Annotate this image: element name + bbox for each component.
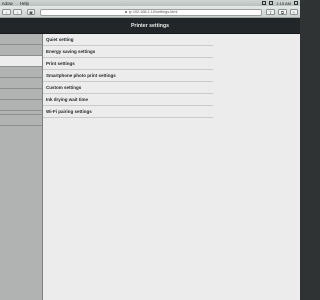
- address-bar[interactable]: ip 192.168.1.10/settings.html: [40, 9, 262, 16]
- settings-list: Quiet setting Energy saving settings Pri…: [43, 34, 213, 118]
- sidebar-item[interactable]: [0, 100, 42, 111]
- back-button[interactable]: ‹: [2, 9, 11, 15]
- list-item-smartphone-photo-print[interactable]: Smartphone photo print settings: [43, 70, 213, 82]
- app-header: Printer settings: [0, 18, 300, 34]
- sidebar-toggle-button[interactable]: ▣: [27, 9, 35, 15]
- list-item-wifi-pairing[interactable]: Wi-Fi pairing settings: [43, 106, 213, 118]
- sidebar: [0, 34, 43, 300]
- sidebar-item[interactable]: [0, 78, 42, 89]
- page-title: Printer settings: [130, 23, 170, 29]
- sidebar-item[interactable]: [0, 67, 42, 78]
- tabs-button[interactable]: ⧉: [278, 9, 287, 15]
- list-item-print-settings[interactable]: Print settings: [43, 58, 213, 70]
- sidebar-item[interactable]: [0, 115, 42, 126]
- main-content: Quiet setting Energy saving settings Pri…: [43, 34, 300, 300]
- list-item-custom-settings[interactable]: Custom settings: [43, 82, 213, 94]
- share-button[interactable]: ⇧: [266, 9, 275, 15]
- sidebar-item[interactable]: [0, 89, 42, 100]
- browser-toolbar: ‹ › ▣ ip 192.168.1.10/settings.html ⇧ ⧉ …: [0, 6, 300, 18]
- list-item-quiet-setting[interactable]: Quiet setting: [43, 34, 213, 46]
- status-icon[interactable]: [262, 1, 267, 5]
- lock-icon: [124, 10, 127, 14]
- add-tab-button[interactable]: +: [290, 9, 298, 15]
- sidebar-item[interactable]: [0, 34, 42, 45]
- address-text: ip 192.168.1.10/settings.html: [128, 10, 178, 14]
- sidebar-item[interactable]: [0, 45, 42, 56]
- list-item-energy-saving[interactable]: Energy saving settings: [43, 46, 213, 58]
- list-item-ink-drying-wait-time[interactable]: Ink drying wait time: [43, 94, 213, 106]
- sidebar-item-selected[interactable]: [0, 56, 42, 67]
- wifi-icon[interactable]: [269, 1, 274, 5]
- menu-help[interactable]: Help: [20, 1, 29, 6]
- menu-window[interactable]: ndow: [2, 1, 13, 6]
- search-icon[interactable]: [294, 1, 298, 5]
- forward-button[interactable]: ›: [13, 9, 22, 15]
- clock[interactable]: 1:15 AM: [276, 1, 291, 6]
